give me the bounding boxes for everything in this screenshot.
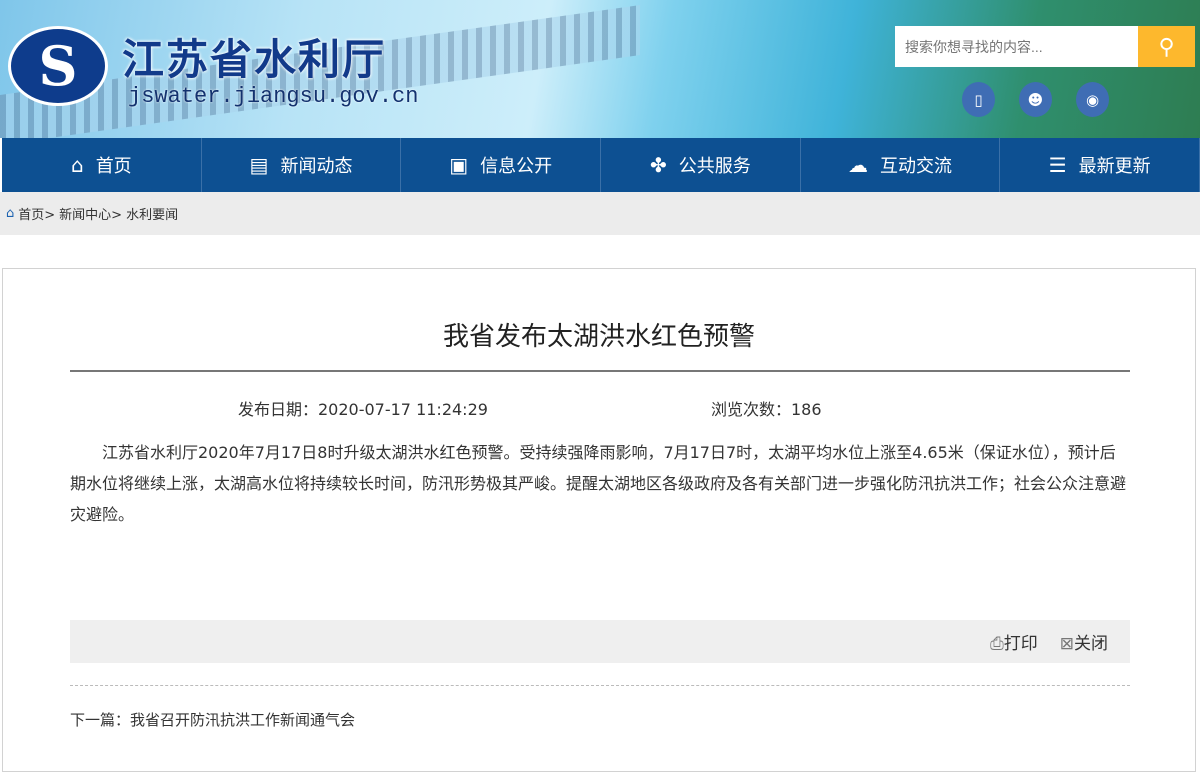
logo-icon[interactable]: S [8, 26, 108, 106]
article-title: 我省发布太湖洪水红色预警 [442, 322, 755, 352]
search-box: ⚲ [895, 26, 1195, 67]
print-label: 打印 [1003, 634, 1038, 654]
article-toolbar: ⎙打印 ⊠关闭 [70, 620, 1130, 663]
nav-label: 最新更新 [1078, 156, 1151, 177]
monitor-icon: ▣ [449, 153, 469, 177]
next-article-link[interactable]: 下一篇：我省召开防汛抗洪工作新闻通气会 [70, 709, 355, 730]
article-card: 我省发布太湖洪水红色预警 发布日期：2020-07-17 11:24:29 浏览… [2, 268, 1196, 772]
nav-info[interactable]: ▣ 信息公开 [401, 138, 602, 192]
main-nav: ⌂ 首页 ▤ 新闻动态 ▣ 信息公开 ✤ 公共服务 ☁ 互动交流 ☰ 最新更新 [0, 138, 1200, 192]
breadcrumb-news-center[interactable]: 新闻中心> [59, 204, 122, 223]
grid-icon: ✤ [649, 153, 667, 177]
nav-service[interactable]: ✤ 公共服务 [601, 138, 801, 192]
nav-label: 互动交流 [880, 156, 953, 177]
nav-news[interactable]: ▤ 新闻动态 [202, 138, 402, 192]
nav-label: 公共服务 [678, 156, 751, 177]
close-label: 关闭 [1074, 634, 1108, 654]
breadcrumb-water-news[interactable]: 水利要闻 [126, 204, 178, 223]
nav-label: 新闻动态 [280, 156, 353, 177]
site-url: jswater.jiangsu.gov.cn [128, 84, 419, 109]
home-icon: ⌂ [70, 153, 84, 177]
view-count: 浏览次数：186 [711, 400, 822, 419]
nav-label: 信息公开 [480, 156, 553, 177]
header-banner: S 江苏省水利厅 jswater.jiangsu.gov.cn ⚲ ▯ ☻ ◉ [0, 0, 1200, 138]
home-icon: ⌂ [6, 206, 15, 221]
mobile-icon[interactable]: ▯ [962, 82, 995, 117]
search-icon: ⚲ [1158, 33, 1175, 59]
weibo-icon[interactable]: ◉ [1076, 82, 1109, 117]
site-name: 江苏省水利厅 [122, 35, 387, 84]
close-button[interactable]: ⊠关闭 [1060, 629, 1108, 654]
search-input[interactable] [895, 26, 1138, 67]
nav-label: 首页 [95, 156, 132, 177]
search-button[interactable]: ⚲ [1138, 26, 1195, 67]
list-check-icon: ☰ [1048, 153, 1067, 177]
breadcrumb-home[interactable]: 首页> [18, 204, 55, 223]
divider [70, 685, 1130, 686]
newspaper-icon: ▤ [249, 153, 269, 177]
print-button[interactable]: ⎙打印 [990, 629, 1038, 654]
close-icon: ⊠ [1059, 634, 1074, 654]
printer-icon: ⎙ [990, 634, 1004, 654]
wechat-icon[interactable]: ☻ [1019, 82, 1052, 117]
divider [70, 370, 1130, 372]
nav-latest[interactable]: ☰ 最新更新 [1000, 138, 1200, 192]
breadcrumb: ⌂ 首页> 新闻中心> 水利要闻 [0, 192, 1200, 235]
nav-interact[interactable]: ☁ 互动交流 [801, 138, 1001, 192]
publish-date: 发布日期：2020-07-17 11:24:29 [238, 400, 488, 419]
nav-home[interactable]: ⌂ 首页 [2, 138, 202, 192]
article-body: 江苏省水利厅2020年7月17日8时升级太湖洪水红色预警。受持续强降雨影响，7月… [70, 443, 1127, 524]
chat-icon: ☁ [848, 153, 869, 177]
